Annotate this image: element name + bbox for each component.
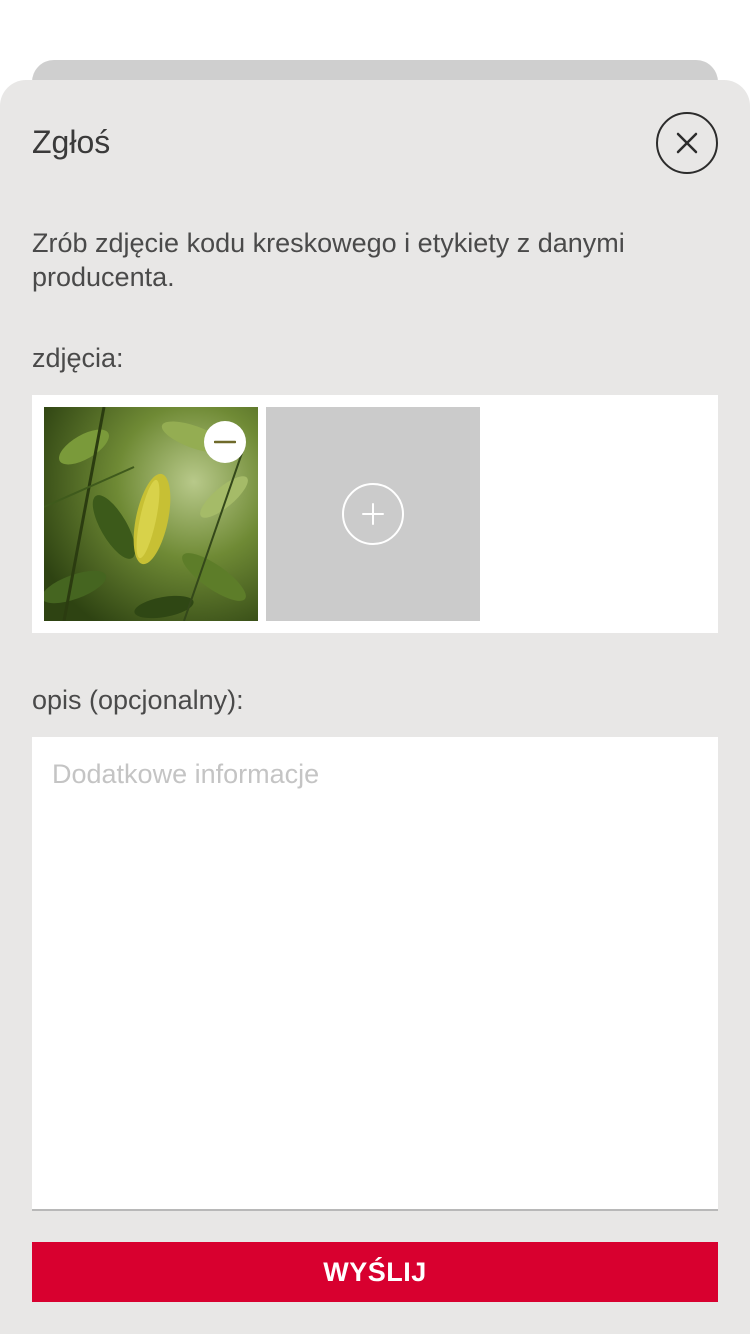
instruction-text: Zrób zdjęcie kodu kreskowego i etykiety … [32,228,625,292]
photos-label: zdjęcia: [32,343,124,373]
photos-panel [32,395,718,633]
description-input[interactable] [32,737,718,1211]
modal-title: Zgłoś [32,124,111,160]
minus-icon [214,440,236,444]
close-icon [676,132,698,154]
description-label: opis (opcjonalny): [32,685,244,715]
remove-photo-button[interactable] [204,421,246,463]
plus-icon [362,503,384,525]
close-button[interactable] [656,112,718,174]
add-photo-circle [342,483,404,545]
add-photo-button[interactable] [266,407,480,621]
photo-thumbnail[interactable] [44,407,258,621]
submit-button[interactable]: WYŚLIJ [32,1242,718,1302]
